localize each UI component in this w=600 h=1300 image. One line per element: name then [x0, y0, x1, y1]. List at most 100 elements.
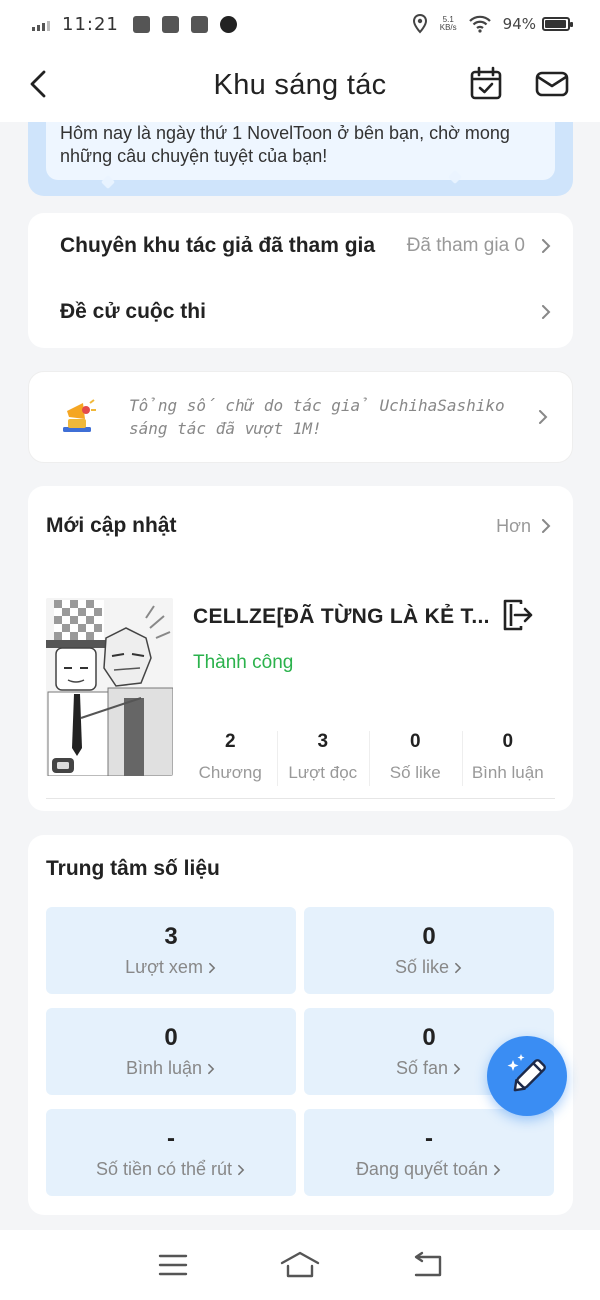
tile-label-text: Số tiền có thể rút [95, 1159, 233, 1179]
stat-value: 3 [317, 731, 329, 752]
tile-label-text: Số fan [395, 1058, 449, 1078]
app-notification-icon-2 [190, 15, 208, 33]
stat-value: 0 [502, 731, 514, 752]
chevron-right-icon [454, 1063, 461, 1074]
mail-icon[interactable] [534, 66, 570, 102]
divider [46, 798, 555, 799]
tile-label-text: Đang quyết toán [355, 1159, 489, 1179]
stat-likes: 0 Số like [369, 731, 462, 786]
menu-icon [159, 1254, 188, 1276]
tile-label-text: Số like [394, 957, 450, 977]
tile-label-text: Lượt xem [125, 957, 203, 977]
stat-comments: 0 Bình luận [461, 731, 555, 786]
page-header: Khu sáng tác [0, 48, 600, 122]
tile-comments[interactable]: 0 Bình luận [46, 1008, 296, 1095]
tile-label: Số tiền có thể rút [96, 1159, 246, 1180]
tile-label: Số fan [396, 1058, 462, 1079]
location-icon [412, 14, 427, 34]
data-center-card: Trung tâm số liệu 3 Lượt xem 0 Số like 0… [28, 835, 573, 1215]
tile-label: Lượt xem [125, 957, 217, 978]
back-chevron-icon[interactable] [22, 66, 58, 102]
chevron-right-icon [542, 239, 551, 253]
stat-reads: 3 Lượt đọc [276, 731, 370, 786]
book-stats: 2 Chương 3 Lượt đọc 0 Số like 0 Bình luậ… [184, 731, 555, 786]
tiktok-notification-icon [219, 15, 237, 33]
stat-value: 0 [409, 731, 421, 752]
signal-icon [32, 17, 50, 31]
tile-settling[interactable]: - Đang quyết toán [304, 1109, 554, 1196]
stat-label: Bình luận [471, 763, 544, 782]
tile-label: Số like [395, 957, 463, 978]
chevron-right-icon [208, 1063, 215, 1074]
exit-icon[interactable] [501, 598, 535, 632]
write-fab-button[interactable] [487, 1036, 567, 1116]
back-nav-icon [414, 1251, 441, 1277]
chevron-right-icon [209, 962, 216, 973]
battery-icon [542, 17, 573, 31]
battery-fill [545, 20, 566, 28]
gmail-notification-icon [132, 15, 150, 33]
stat-label: Chương [198, 763, 262, 782]
recent-updates-title: Mới cập nhật [46, 514, 177, 537]
data-center-header: Trung tâm số liệu [28, 835, 573, 881]
calendar-check-icon[interactable] [468, 66, 504, 102]
recent-updates-card: Mới cập nhật Hơn CELLZE[ĐÃ TỪNG LÀ KẺ T.… [28, 486, 573, 811]
pencil-sparkle-icon [507, 1054, 546, 1092]
tile-withdrawable[interactable]: - Số tiền có thể rút [46, 1109, 296, 1196]
status-left: 11:21 [32, 14, 241, 35]
tile-value: - [425, 1125, 433, 1152]
back-nav-button[interactable] [407, 1245, 447, 1285]
achievement-notice-text: Tổng số chữ do tác giả UchihaSashiko sán… [129, 396, 505, 438]
stat-value: 2 [224, 731, 236, 752]
tile-value: 0 [422, 1024, 436, 1051]
book-status: Thành công [193, 652, 294, 673]
chevron-right-icon [542, 519, 551, 533]
home-nav-button[interactable] [280, 1245, 320, 1285]
joined-zones-row[interactable]: Chuyên khu tác giả đã tham gia Đã tham g… [28, 213, 573, 279]
battery: 94% [502, 15, 573, 33]
tile-likes[interactable]: 0 Số like [304, 907, 554, 994]
status-time: 11:21 [62, 13, 119, 35]
battery-percent: 94% [502, 15, 536, 33]
net-speed: 5.1 KB/s [440, 16, 457, 32]
joined-zones-value: Đã tham gia 0 [406, 235, 525, 256]
tile-value: 0 [164, 1024, 178, 1051]
tile-value: 3 [164, 923, 178, 950]
stat-label: Lượt đọc [288, 763, 358, 782]
book-title[interactable]: CELLZE[ĐÃ TỪNG LÀ KẺ T... [193, 605, 490, 629]
net-speed-unit: KB/s [439, 23, 457, 32]
tile-label: Bình luận [126, 1058, 216, 1079]
chevron-right-icon [542, 305, 551, 319]
tile-label: Đang quyết toán [356, 1159, 502, 1180]
status-bar: 11:21 5.1 KB/s 94% [0, 0, 600, 48]
home-icon [280, 1251, 320, 1278]
book-cover[interactable] [46, 598, 173, 776]
chevron-right-icon [539, 410, 548, 424]
more-link[interactable]: Hơn [496, 516, 553, 537]
book-cover-illustration [46, 598, 173, 776]
chevron-right-icon [494, 1164, 501, 1175]
tile-label-text: Bình luận [125, 1058, 203, 1078]
menu-nav-button[interactable] [153, 1245, 193, 1285]
tile-views[interactable]: 3 Lượt xem [46, 907, 296, 994]
more-label: Hơn [496, 515, 531, 536]
contest-label: Đề cử cuộc thi [60, 300, 206, 323]
contest-row[interactable]: Đề cử cuộc thi [28, 279, 573, 345]
status-right: 5.1 KB/s 94% [412, 14, 573, 34]
data-center-title: Trung tâm số liệu [46, 857, 220, 880]
app-notification-icon [161, 15, 179, 33]
recent-updates-header: Mới cập nhật Hơn [28, 486, 573, 538]
page-title: Khu sáng tác [213, 68, 387, 101]
tile-value: - [167, 1125, 175, 1152]
joined-zones-label: Chuyên khu tác giả đã tham gia [60, 234, 376, 257]
welcome-banner-text: Hôm nay là ngày thứ 1 NovelToon ở bên bạ… [46, 122, 555, 180]
achievement-notice[interactable]: Tổng số chữ do tác giả UchihaSashiko sán… [28, 371, 573, 463]
tile-value: 0 [422, 923, 436, 950]
author-links-card: Chuyên khu tác giả đã tham gia Đã tham g… [28, 213, 573, 348]
stat-chapters: 2 Chương [184, 731, 277, 783]
megaphone-icon [63, 399, 96, 432]
data-center-grid: 3 Lượt xem 0 Số like 0 Bình luận 0 Số fa… [46, 907, 554, 1196]
chevron-right-icon [238, 1164, 245, 1175]
welcome-banner: Hôm nay là ngày thứ 1 NovelToon ở bên bạ… [28, 122, 573, 196]
checkered-hat [46, 600, 112, 648]
